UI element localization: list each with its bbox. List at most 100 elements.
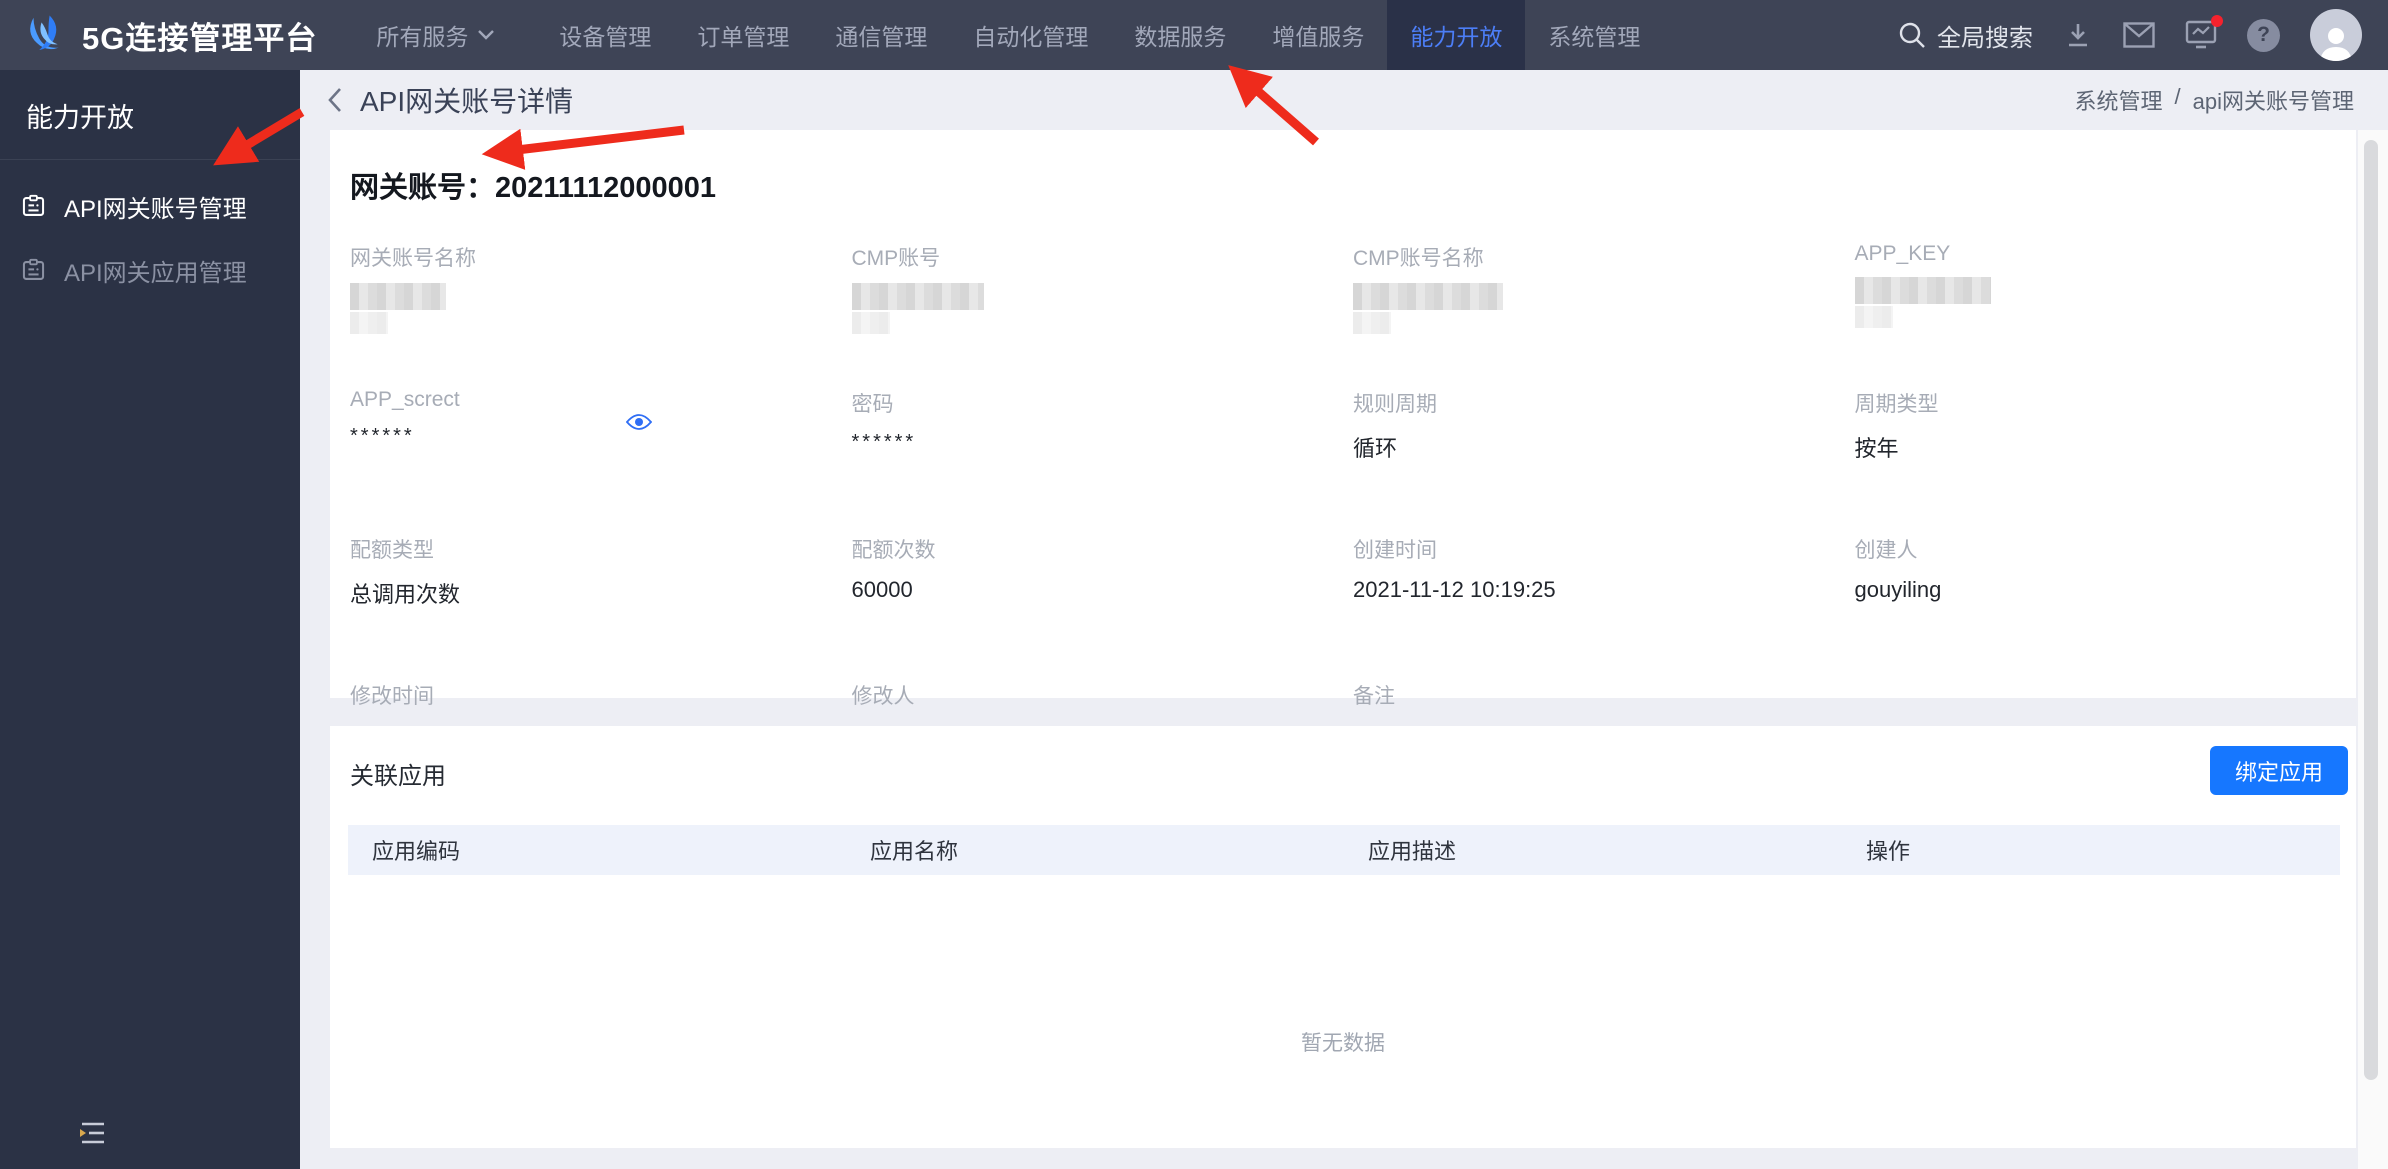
- field-label: 密码: [851, 393, 894, 416]
- field-rule-cycle: 规则周期 循环: [1353, 362, 1855, 508]
- field-gateway-account-name: 网关账号名称: [350, 216, 852, 362]
- app-root: 5G连接管理平台 所有服务 设备管理 订单管理 通信管理 自动化管理 数据服务 …: [0, 0, 2388, 1169]
- field-label: 修改人: [851, 685, 915, 708]
- field-label: 规则周期: [1353, 393, 1437, 416]
- primary-nav: 所有服务 设备管理 订单管理 通信管理 自动化管理 数据服务 增值服务 能力开放…: [353, 0, 1663, 70]
- field-value: 60000: [851, 577, 913, 602]
- redacted-value: [851, 283, 984, 310]
- nav-item-device[interactable]: 设备管理: [536, 0, 674, 70]
- field-label: 周期类型: [1854, 393, 1939, 416]
- field-label: 创建人: [1854, 539, 1918, 562]
- nav-item-order[interactable]: 订单管理: [674, 0, 812, 70]
- field-value: 2021-11-12 10:19:25: [1353, 577, 1556, 602]
- scrollbar-track[interactable]: [2358, 130, 2388, 1169]
- field-cmp-account: CMP账号: [851, 216, 1354, 362]
- field-quota-type: 配额类型 总调用次数: [350, 508, 852, 654]
- scrollbar-thumb[interactable]: [2364, 140, 2378, 1080]
- column-header-app-description: 应用描述: [1368, 839, 1457, 864]
- field-label: 修改时间: [350, 685, 434, 708]
- notification-dot: [2211, 15, 2223, 27]
- eye-icon[interactable]: [625, 412, 653, 437]
- breadcrumb: 系统管理 / api网关账号管理: [2075, 84, 2355, 116]
- main-content: API网关账号详情 系统管理 / api网关账号管理 网关账号：20211112…: [300, 70, 2388, 1169]
- field-value: ******: [350, 425, 415, 447]
- field-app-key: APP_KEY: [1854, 216, 2357, 362]
- brand[interactable]: 5G连接管理平台: [0, 12, 353, 58]
- brand-logo-icon: [22, 12, 68, 58]
- nav-item-data-service[interactable]: 数据服务: [1111, 0, 1249, 70]
- related-apps-card: 关联应用 绑定应用 应用编码 应用名称 应用描述 操作 暂无数据: [330, 726, 2356, 1148]
- nav-item-value-added[interactable]: 增值服务: [1249, 0, 1387, 70]
- redacted-value: [350, 283, 446, 310]
- field-create-time: 创建时间 2021-11-12 10:19:25: [1353, 508, 1855, 654]
- sidebar: 能力开放 API网关账号管理 API网关应用管理: [0, 70, 300, 1169]
- page-title: API网关账号详情: [360, 86, 574, 117]
- field-value: ******: [851, 431, 917, 453]
- nav-item-communication[interactable]: 通信管理: [812, 0, 950, 70]
- nav-item-system[interactable]: 系统管理: [1525, 0, 1663, 70]
- sidebar-item-label: API网关账号管理: [64, 195, 247, 223]
- nav-item-capability-open[interactable]: 能力开放: [1387, 0, 1526, 70]
- field-quota-count: 配额次数 60000: [852, 508, 1354, 654]
- page-header: API网关账号详情 系统管理 / api网关账号管理: [300, 70, 2388, 130]
- field-value: 按年: [1854, 436, 1899, 461]
- gateway-account-number: 20211112000001: [495, 172, 717, 204]
- breadcrumb-current: api网关账号管理: [2192, 89, 2354, 114]
- navbar-utilities: 全局搜索 ?: [1897, 9, 2388, 61]
- field-value: gouyiling: [1854, 577, 1942, 602]
- field-cycle-type: 周期类型 按年: [1855, 362, 2357, 508]
- redacted-value-tail: [350, 312, 388, 334]
- breadcrumb-separator: /: [2174, 84, 2181, 109]
- column-header-app-name: 应用名称: [870, 839, 959, 864]
- redacted-value: [1353, 283, 1503, 310]
- field-value: 总调用次数: [350, 582, 461, 607]
- breadcrumb-parent[interactable]: 系统管理: [2075, 84, 2163, 116]
- field-label: 备注: [1353, 685, 1395, 708]
- help-icon[interactable]: ?: [2247, 18, 2280, 52]
- field-label: CMP账号: [851, 247, 941, 270]
- field-password: 密码 ******: [852, 362, 1354, 508]
- field-label: CMP账号名称: [1353, 247, 1484, 270]
- related-apps-header: 关联应用 绑定应用: [330, 726, 2356, 795]
- field-label: APP_screct: [350, 388, 460, 411]
- global-search[interactable]: 全局搜索: [1897, 18, 2033, 53]
- field-label: 创建时间: [1353, 539, 1437, 562]
- nav-item-all-services[interactable]: 所有服务: [353, 0, 518, 70]
- redacted-value-tail: [851, 312, 890, 334]
- sidebar-item-api-gateway-account[interactable]: API网关账号管理: [0, 174, 300, 238]
- field-value: 循环: [1353, 436, 1398, 461]
- monitor-activity-icon[interactable]: [2185, 15, 2223, 50]
- brand-title: 5G连接管理平台: [82, 20, 318, 56]
- gateway-account-label: 网关账号：: [350, 172, 496, 204]
- clipboard-icon: [20, 257, 47, 284]
- field-cmp-account-name: CMP账号名称: [1353, 216, 1855, 362]
- clipboard-icon: [20, 193, 47, 220]
- field-creator: 创建人 gouyiling: [1855, 508, 2357, 654]
- global-search-label: 全局搜索: [1937, 24, 2033, 52]
- field-label: APP_KEY: [1854, 242, 1951, 265]
- redacted-value-tail: [1854, 306, 1893, 328]
- bind-app-button[interactable]: 绑定应用: [2209, 746, 2348, 795]
- content-area: 网关账号：20211112000001 网关账号名称 CMP账号 CMP账号名称…: [330, 130, 2356, 1169]
- detail-field-grid: 网关账号名称 CMP账号 CMP账号名称 APP_KEY APP_screct …: [330, 206, 2356, 800]
- user-avatar[interactable]: [2310, 9, 2362, 61]
- related-apps-table-header: 应用编码 应用名称 应用描述 操作: [348, 825, 2340, 875]
- redacted-value: [1854, 277, 1991, 304]
- search-icon: [1897, 20, 1927, 50]
- chevron-down-icon: [477, 29, 495, 41]
- mail-icon[interactable]: [2123, 22, 2155, 48]
- nav-item-label: 所有服务: [376, 24, 469, 50]
- column-header-actions: 操作: [1866, 839, 1911, 864]
- top-navbar: 5G连接管理平台 所有服务 设备管理 订单管理 通信管理 自动化管理 数据服务 …: [0, 0, 2388, 70]
- sidebar-section-title: 能力开放: [0, 70, 300, 160]
- gateway-account-detail-card: 网关账号：20211112000001 网关账号名称 CMP账号 CMP账号名称…: [330, 130, 2356, 748]
- sidebar-item-api-gateway-app[interactable]: API网关应用管理: [0, 238, 300, 302]
- collapse-sidebar-button[interactable]: [76, 1118, 110, 1153]
- download-icon[interactable]: [2063, 20, 2093, 50]
- sidebar-item-label: API网关应用管理: [64, 259, 247, 287]
- empty-state-text: 暂无数据: [1301, 1032, 1385, 1055]
- nav-item-automation[interactable]: 自动化管理: [950, 0, 1111, 70]
- back-button[interactable]: [324, 85, 346, 115]
- field-label: 配额次数: [851, 539, 936, 562]
- field-app-secret: APP_screct ******: [350, 362, 852, 508]
